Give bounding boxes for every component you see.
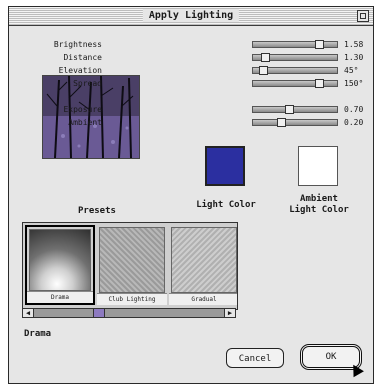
ambient-color-label: Ambient Light Color <box>284 194 354 216</box>
light-color-swatch[interactable] <box>205 146 245 186</box>
slider-value: 150° <box>344 79 364 88</box>
slider-track[interactable] <box>252 40 338 49</box>
ambient-label-line1: Ambient <box>300 194 338 204</box>
slider-knob[interactable] <box>315 79 324 88</box>
preset-thumbnail-drama[interactable]: Drama <box>25 225 95 305</box>
slider-value: 0.20 <box>344 118 364 127</box>
presets-list: Drama Club Lighting Gradual <box>22 222 238 310</box>
preset-preview <box>171 227 237 293</box>
presets-label: Presets <box>78 206 116 216</box>
preset-name: Club Lighting <box>97 293 167 305</box>
slider-label: Distance <box>63 53 102 62</box>
scroll-thumb[interactable] <box>93 309 105 317</box>
slider-knob[interactable] <box>277 118 286 127</box>
slider-value: 1.30 <box>344 53 364 62</box>
slider-knob[interactable] <box>285 105 294 114</box>
selected-preset-name: Drama <box>24 329 52 339</box>
preset-thumbnail-club-lighting[interactable]: Club Lighting <box>97 225 167 305</box>
ambient-color-swatch[interactable] <box>298 146 338 186</box>
slider-knob[interactable] <box>261 53 270 62</box>
slider-label: Ambient <box>68 118 102 127</box>
slider-label: Elevation <box>58 66 102 75</box>
slider-value: 45° <box>344 66 359 75</box>
presets-scrollbar[interactable]: ◀ ▶ <box>22 308 236 318</box>
slider-label: Spread <box>73 79 102 88</box>
ambient-label-line2: Light Color <box>289 205 349 215</box>
slider-track[interactable] <box>252 66 338 75</box>
preset-preview <box>29 229 91 291</box>
slider-knob[interactable] <box>259 66 268 75</box>
title-bar[interactable]: Apply Lighting <box>9 7 373 26</box>
preset-thumbnail-gradual[interactable]: Gradual <box>169 225 237 305</box>
slider-label: Exposure <box>63 105 102 114</box>
slider-track[interactable] <box>252 79 338 88</box>
slider-label: Brightness <box>53 40 102 49</box>
slider-value: 1.58 <box>344 40 364 49</box>
slider-track[interactable] <box>252 105 338 114</box>
preset-name: Gradual <box>169 293 237 305</box>
slider-track[interactable] <box>252 53 338 62</box>
slider-value: 0.70 <box>344 105 364 114</box>
slider-knob[interactable] <box>315 40 324 49</box>
cancel-button[interactable]: Cancel <box>226 348 284 368</box>
scroll-right-arrow-icon[interactable]: ▶ <box>224 309 235 317</box>
scroll-left-arrow-icon[interactable]: ◀ <box>23 309 34 317</box>
preset-preview <box>99 227 165 293</box>
zoom-box-icon[interactable] <box>357 10 369 22</box>
light-color-label: Light Color <box>196 200 256 210</box>
preset-name: Drama <box>27 291 93 303</box>
slider-track[interactable] <box>252 118 338 127</box>
dialog-title: Apply Lighting <box>142 9 240 22</box>
